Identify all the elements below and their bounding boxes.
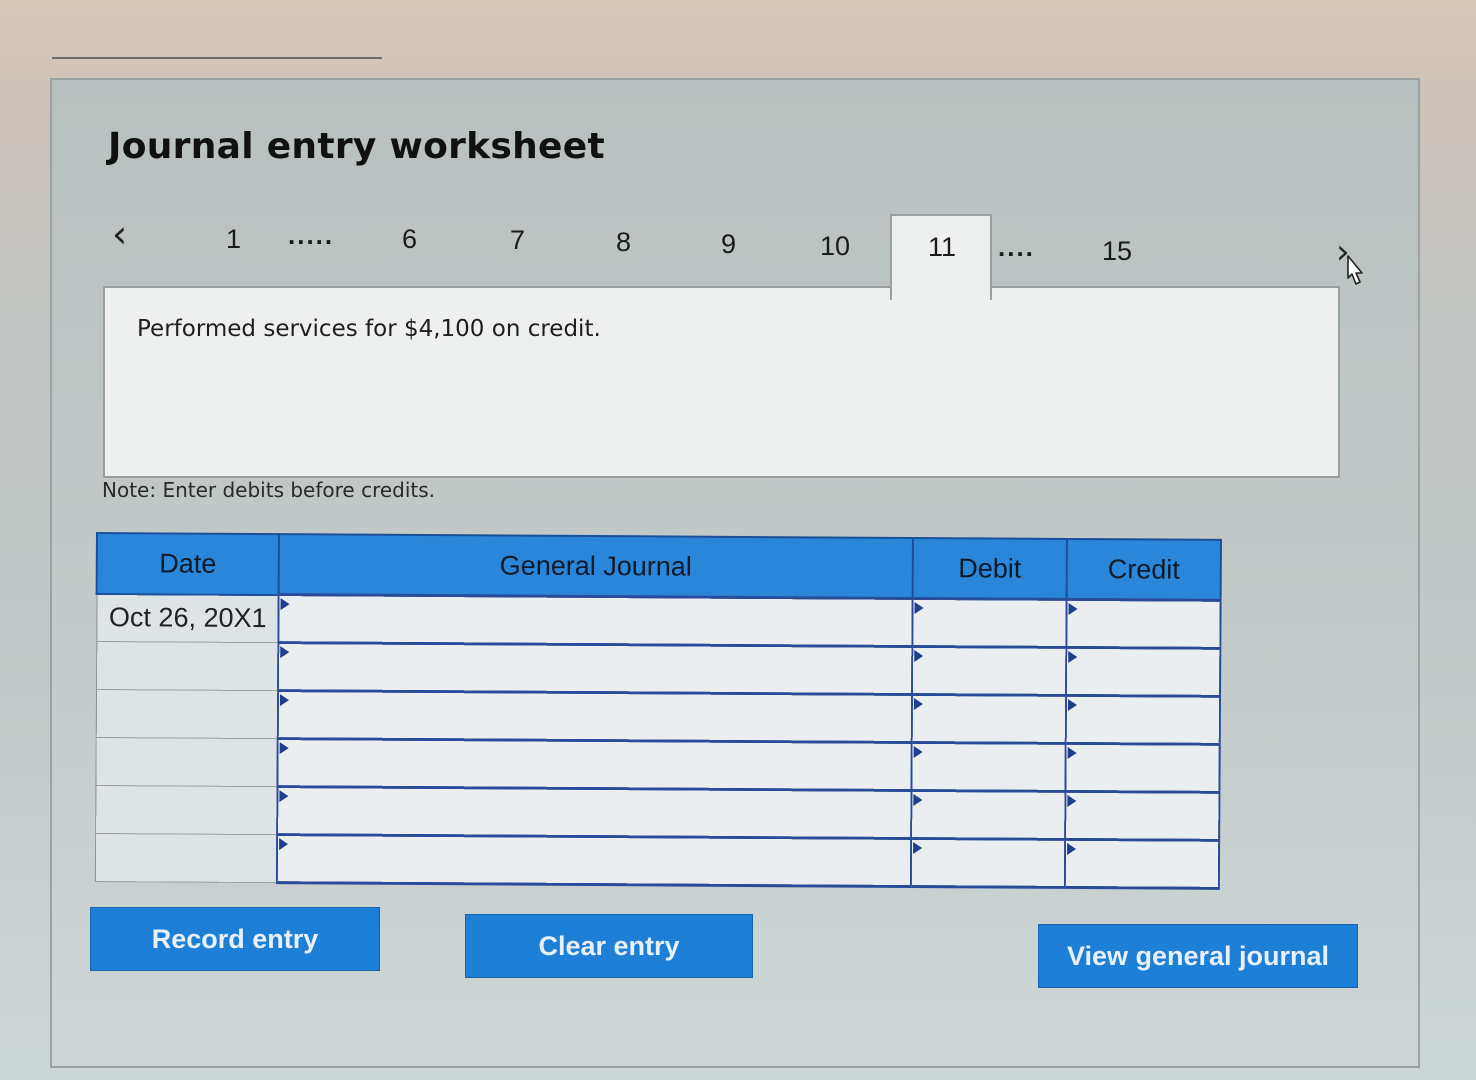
debit-input[interactable]	[912, 598, 1067, 648]
table-row	[96, 641, 1221, 697]
account-input[interactable]	[276, 834, 912, 887]
table-row	[94, 833, 1220, 889]
debit-input[interactable]	[911, 742, 1066, 792]
credit-input[interactable]	[1066, 647, 1221, 697]
date-cell: Oct 26, 20X1	[96, 593, 279, 643]
pager-item-6[interactable]: 6	[402, 224, 417, 255]
pager-item-10[interactable]: 10	[820, 231, 850, 262]
chevron-left-icon[interactable]: ‹	[112, 212, 127, 256]
date-header: Date	[96, 533, 279, 595]
table-row: Oct 26, 20X1	[96, 593, 1221, 649]
date-cell	[95, 737, 278, 787]
debit-header: Debit	[912, 537, 1067, 600]
journal-table: Date General Journal Debit Credit Oct 26…	[94, 532, 1222, 890]
clear-entry-button[interactable]: Clear entry	[465, 914, 753, 978]
pager-item-11-active[interactable]: 11	[890, 214, 992, 300]
account-input[interactable]	[278, 594, 913, 647]
debit-input[interactable]	[912, 646, 1067, 696]
credit-input[interactable]	[1065, 791, 1220, 841]
pager-item-9[interactable]: 9	[721, 229, 736, 260]
record-entry-button[interactable]: Record entry	[90, 907, 380, 971]
credit-header: Credit	[1066, 538, 1221, 601]
view-general-journal-button[interactable]: View general journal	[1038, 924, 1358, 988]
credit-input[interactable]	[1065, 695, 1221, 745]
credit-input[interactable]	[1066, 599, 1221, 649]
table-row	[95, 737, 1220, 793]
pager-item-7[interactable]: 7	[510, 225, 525, 256]
date-cell	[95, 785, 278, 835]
pager-item-1[interactable]: 1	[226, 224, 241, 255]
account-input[interactable]	[277, 690, 913, 743]
question-text: Performed services for $4,100 on credit.	[137, 316, 601, 342]
pager-item-15[interactable]: 15	[1102, 236, 1132, 267]
debit-input[interactable]	[911, 790, 1066, 840]
question-box: Performed services for $4,100 on credit.	[103, 286, 1340, 478]
pager-ellipsis-left: .....	[288, 220, 335, 250]
date-cell	[96, 641, 279, 691]
date-cell	[95, 689, 279, 739]
mouse-pointer-icon	[1347, 255, 1363, 285]
credit-input[interactable]	[1065, 743, 1220, 793]
table-row	[95, 689, 1221, 745]
journal-header-row: Date General Journal Debit Credit	[96, 533, 1221, 601]
pager-item-8[interactable]: 8	[616, 227, 631, 258]
account-input[interactable]	[277, 786, 912, 839]
pager-item-11-label: 11	[928, 232, 957, 262]
debit-input[interactable]	[911, 694, 1067, 744]
table-row	[95, 785, 1220, 841]
top-divider	[52, 57, 382, 59]
credit-input[interactable]	[1064, 839, 1220, 889]
date-cell	[94, 833, 278, 883]
worksheet-title: Journal entry worksheet	[108, 126, 605, 167]
account-input[interactable]	[277, 738, 912, 791]
debit-input[interactable]	[910, 838, 1066, 888]
entry-note: Note: Enter debits before credits.	[102, 478, 436, 502]
general-journal-header: General Journal	[278, 534, 913, 599]
pager-ellipsis-right: ....	[998, 232, 1035, 262]
account-input[interactable]	[278, 642, 913, 695]
